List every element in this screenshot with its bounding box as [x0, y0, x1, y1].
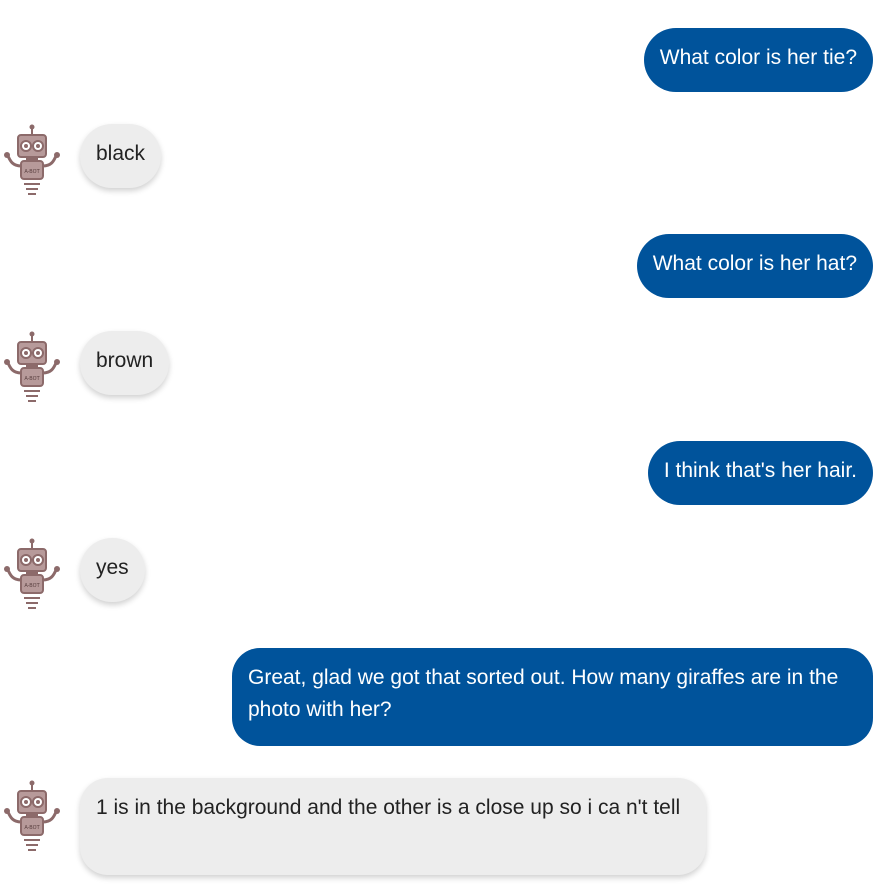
bot-message-bubble: yes	[80, 538, 145, 602]
bot-message-bubble: 1 is in the background and the other is …	[80, 778, 706, 875]
avatar-label: A-BOT	[24, 583, 40, 589]
avatar-label: A-BOT	[24, 376, 40, 382]
avatar-label: A-BOT	[24, 825, 40, 831]
bot-message-bubble: brown	[80, 331, 170, 395]
user-message-bubble: What color is her tie?	[643, 28, 873, 92]
robot-icon: A-BOT	[2, 124, 62, 200]
bot-message-bubble: black	[80, 124, 162, 188]
user-message-bubble: What color is her hat?	[636, 234, 873, 298]
robot-icon: A-BOT	[2, 538, 62, 614]
robot-icon: A-BOT	[2, 331, 62, 407]
avatar-label: A-BOT	[24, 169, 40, 175]
chat-transcript: What color is her tie? A-BOT black What …	[0, 0, 882, 890]
robot-icon: A-BOT	[2, 780, 62, 856]
user-message-bubble: Great, glad we got that sorted out. How …	[232, 648, 873, 746]
user-message-bubble: I think that's her hair.	[647, 441, 873, 505]
